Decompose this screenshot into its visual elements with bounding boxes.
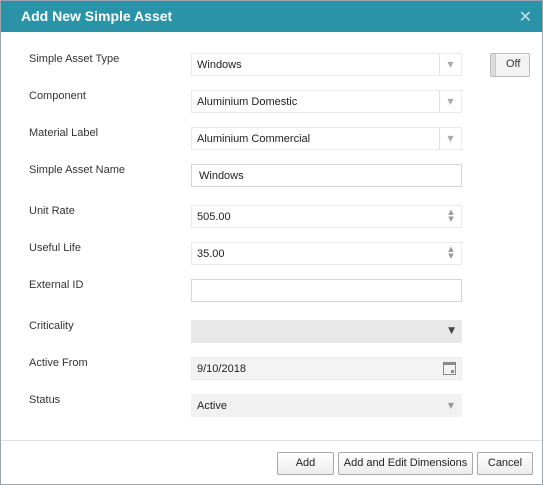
toggle-label: Off	[506, 58, 521, 70]
simple-asset-type-select[interactable]: Windows ▼	[191, 53, 462, 76]
external-id-label: External ID	[29, 279, 84, 291]
useful-life-value: 35.00	[197, 248, 225, 260]
dialog-titlebar: Add New Simple Asset ✕	[1, 1, 542, 32]
chevron-down-icon: ▼	[439, 91, 461, 112]
caret-down-icon: ▼	[448, 326, 455, 336]
component-label: Component	[29, 90, 86, 102]
dialog-footer: Add Add and Edit Dimensions Cancel	[1, 440, 542, 484]
active-from-label: Active From	[29, 357, 88, 369]
active-from-datepicker[interactable]: 9/10/2018	[191, 357, 462, 380]
simple-asset-name-value: Windows	[199, 170, 244, 182]
add-simple-asset-dialog: Add New Simple Asset ✕ Simple Asset Type…	[0, 0, 543, 485]
cancel-button[interactable]: Cancel	[477, 452, 533, 475]
material-label-select[interactable]: Aluminium Commercial ▼	[191, 127, 462, 150]
unit-rate-input[interactable]: 505.00 ▲ ▼	[191, 205, 462, 228]
chevron-down-icon: ▼	[447, 401, 454, 410]
active-from-value: 9/10/2018	[197, 363, 246, 375]
calendar-icon[interactable]	[443, 362, 456, 375]
on-off-toggle[interactable]: Off	[490, 53, 530, 77]
spinner-icon[interactable]: ▲ ▼	[446, 246, 456, 261]
add-and-edit-dimensions-button[interactable]: Add and Edit Dimensions	[338, 452, 473, 475]
toggle-knob	[491, 54, 496, 76]
simple-asset-type-value: Windows	[197, 59, 242, 71]
component-select[interactable]: Aluminium Domestic ▼	[191, 90, 462, 113]
useful-life-input[interactable]: 35.00 ▲ ▼	[191, 242, 462, 265]
criticality-select[interactable]: ▼	[191, 320, 462, 343]
simple-asset-name-label: Simple Asset Name	[29, 164, 125, 176]
add-button[interactable]: Add	[277, 452, 334, 475]
unit-rate-value: 505.00	[197, 211, 231, 223]
status-label: Status	[29, 394, 61, 406]
simple-asset-name-input[interactable]: Windows	[191, 164, 462, 187]
useful-life-label: Useful Life	[29, 242, 81, 254]
close-icon[interactable]: ✕	[519, 7, 532, 26]
status-select[interactable]: Active ▼	[191, 394, 462, 417]
chevron-down-icon: ▼	[439, 128, 461, 149]
criticality-label: Criticality	[29, 320, 74, 332]
material-label-value: Aluminium Commercial	[197, 133, 311, 145]
dialog-title: Add New Simple Asset	[21, 8, 173, 24]
component-value: Aluminium Domestic	[197, 96, 298, 108]
chevron-down-icon: ▼	[439, 54, 461, 75]
unit-rate-label: Unit Rate	[29, 205, 75, 217]
status-value: Active	[197, 400, 227, 412]
external-id-input[interactable]	[191, 279, 462, 302]
spinner-icon[interactable]: ▲ ▼	[446, 209, 456, 224]
simple-asset-type-label: Simple Asset Type	[29, 53, 120, 65]
material-label-label: Material Label	[29, 127, 99, 139]
